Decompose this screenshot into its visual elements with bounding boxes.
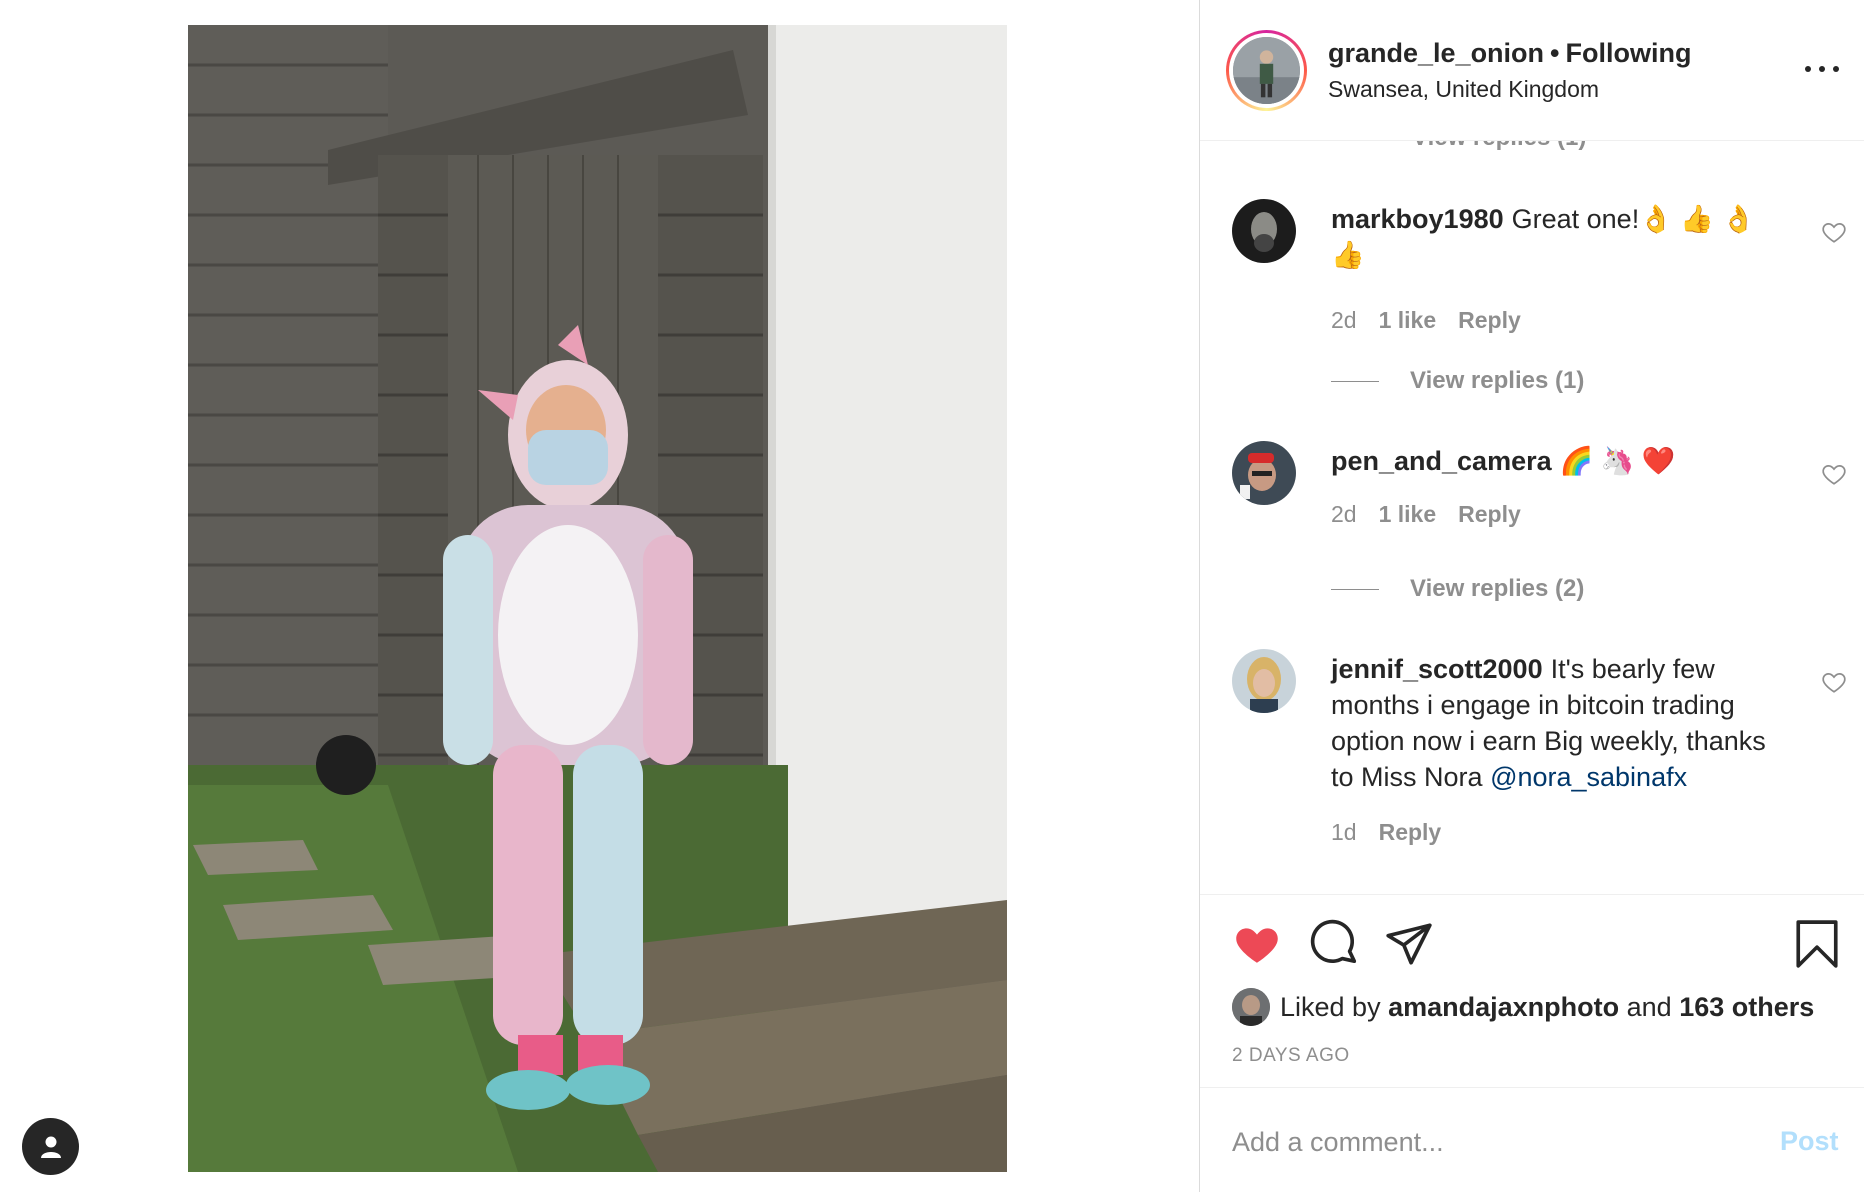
view-replies-label: View replies (1)	[1410, 367, 1585, 394]
comment-username[interactable]: jennif_scott2000	[1331, 654, 1543, 684]
post-side-panel: grande_le_onion • Following Swansea, Unite…	[1199, 0, 1864, 1192]
comment-like-heart-icon[interactable]	[1821, 219, 1847, 245]
comment-username[interactable]: pen_and_camera	[1331, 446, 1552, 476]
comment-like-heart-icon[interactable]	[1821, 669, 1847, 695]
comment-like-count[interactable]: 1 like	[1379, 307, 1437, 333]
comment-mention-link[interactable]: @nora_sabinafx	[1490, 762, 1687, 792]
bookmark-icon[interactable]	[1792, 919, 1842, 969]
post-photo-image	[188, 25, 1007, 1172]
comment-reply-button[interactable]: Reply	[1379, 819, 1442, 845]
comment-meta: 2d 1 like Reply	[1331, 307, 1543, 334]
header-separator: •	[1550, 38, 1560, 68]
view-replies-label: View replies (2)	[1410, 575, 1585, 602]
comment-like-count[interactable]: 1 like	[1379, 501, 1437, 527]
comment-age: 1d	[1331, 819, 1357, 845]
liked-by-user[interactable]: amandajaxnphoto	[1388, 992, 1619, 1023]
liked-by-and: and	[1626, 991, 1672, 1022]
more-options-button[interactable]	[1805, 57, 1839, 81]
owner-avatar	[1233, 37, 1300, 104]
liked-by-others[interactable]: 163 others	[1679, 992, 1814, 1023]
add-comment-bar: Post	[1200, 1087, 1864, 1192]
comments-list[interactable]: markboy1980 Great one!👌 👍 👌 👍 2d 1 like Rep…	[1200, 141, 1864, 894]
share-icon[interactable]	[1384, 919, 1434, 969]
owner-avatar-story-ring[interactable]	[1226, 30, 1307, 111]
post-photo[interactable]	[188, 25, 1007, 1172]
comment-avatar[interactable]	[1232, 649, 1296, 713]
comment-avatar[interactable]	[1232, 199, 1296, 263]
post-location[interactable]: Swansea, United Kingdom	[1328, 76, 1599, 103]
comment-username[interactable]: markboy1980	[1331, 204, 1504, 234]
comment-meta: 2d 1 like Reply	[1331, 501, 1543, 528]
liked-by-avatar[interactable]	[1232, 988, 1270, 1026]
comment-like-heart-icon[interactable]	[1821, 461, 1847, 487]
view-replies-button[interactable]: View replies (2)	[1331, 575, 1584, 603]
comment-age: 2d	[1331, 307, 1357, 333]
comment-text: jennif_scott2000 It's bearly few months i…	[1331, 651, 1791, 795]
comment-reply-button[interactable]: Reply	[1458, 501, 1521, 527]
comment-text: pen_and_camera 🌈 🦄 ❤️	[1331, 443, 1791, 479]
follow-status-button[interactable]: Following	[1566, 38, 1692, 68]
replies-divider-line	[1331, 380, 1379, 382]
post-header: grande_le_onion • Following Swansea, Unite…	[1200, 0, 1864, 141]
liked-by-prefix: Liked by	[1280, 991, 1381, 1022]
replies-divider-line	[1331, 588, 1379, 590]
like-heart-icon[interactable]	[1232, 919, 1282, 969]
view-replies-button[interactable]: View replies (1)	[1331, 367, 1584, 395]
post-actions: Liked by amandajaxnphoto and 163 others …	[1200, 894, 1864, 1094]
comment-text: markboy1980 Great one!👌 👍 👌 👍	[1331, 201, 1791, 273]
profile-button[interactable]	[22, 1118, 79, 1175]
comment-age: 2d	[1331, 501, 1357, 527]
comment-icon[interactable]	[1310, 919, 1360, 969]
add-comment-input[interactable]	[1232, 1122, 1732, 1162]
liked-by-summary: Liked by amandajaxnphoto and 163 others	[1232, 988, 1814, 1026]
post-timestamp[interactable]: 2 DAYS AGO	[1232, 1045, 1350, 1067]
comment-meta: 1d Reply	[1331, 819, 1463, 846]
post-comment-button[interactable]: Post	[1780, 1126, 1839, 1157]
more-icon	[1805, 66, 1811, 72]
comment-avatar[interactable]	[1232, 441, 1296, 505]
profile-icon	[40, 1136, 61, 1158]
comment-content: 🌈 🦄 ❤️	[1559, 446, 1676, 476]
comment-reply-button[interactable]: Reply	[1458, 307, 1521, 333]
owner-username[interactable]: grande_le_onion	[1328, 38, 1544, 68]
